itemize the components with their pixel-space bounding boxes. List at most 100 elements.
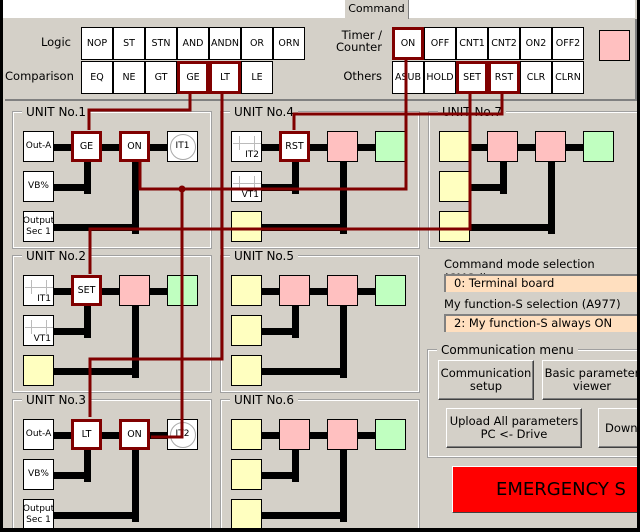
color-swatch[interactable] (599, 30, 630, 61)
empty-slot[interactable] (231, 275, 262, 306)
cell-label: LT (81, 429, 92, 440)
unit-5: UNIT No.5 (220, 249, 420, 393)
empty-slot[interactable] (535, 131, 566, 162)
coil-cell[interactable]: IT1 (167, 131, 198, 162)
palette-button-nop[interactable]: NOP (81, 27, 113, 60)
io-cell[interactable]: VB% (23, 171, 54, 202)
palette-button-and[interactable]: AND (177, 27, 209, 60)
tab-command[interactable]: Command (345, 0, 409, 19)
contact-cell[interactable]: VT1 (231, 171, 262, 202)
cell-label: Out-A (25, 429, 52, 439)
empty-slot[interactable] (231, 499, 262, 528)
unit-title: UNIT No.6 (230, 393, 298, 407)
palette-button-set[interactable]: SET (456, 61, 488, 94)
palette-button-lt[interactable]: LT (209, 61, 241, 94)
unit-7: UNIT No.7 (428, 105, 637, 249)
io-cell[interactable]: Output Sec 1 (23, 211, 54, 242)
empty-slot[interactable] (439, 211, 470, 242)
empty-slot[interactable] (231, 459, 262, 490)
empty-slot[interactable] (231, 315, 262, 346)
empty-slot[interactable] (327, 419, 358, 450)
palette-button-or[interactable]: OR (241, 27, 273, 60)
empty-slot[interactable] (119, 275, 150, 306)
command-cell[interactable]: RST (279, 131, 310, 162)
command-cell[interactable]: ON (119, 131, 150, 162)
palette-button-rst[interactable]: RST (488, 61, 520, 94)
empty-slot[interactable] (439, 131, 470, 162)
palette-button-gt[interactable]: GT (145, 61, 177, 94)
palette-button-on[interactable]: ON (392, 27, 424, 60)
basic-parameter-viewer-button[interactable]: Basic parameter viewer (542, 360, 637, 400)
empty-slot[interactable] (23, 355, 54, 386)
palette-button-ge[interactable]: GE (177, 61, 209, 94)
empty-slot[interactable] (279, 275, 310, 306)
emergency-stop-button[interactable]: EMERGENCY S (452, 466, 637, 513)
palette-button-st[interactable]: ST (113, 27, 145, 60)
io-cell[interactable]: Out-A (23, 419, 54, 450)
wire (43, 368, 139, 375)
contact-cell[interactable]: IT1 (23, 275, 54, 306)
unit-title: UNIT No.2 (22, 249, 90, 263)
empty-slot[interactable] (167, 275, 198, 306)
coil-cell[interactable]: IT2 (167, 419, 198, 450)
cell-label: SET (77, 285, 96, 296)
palette-button-off2[interactable]: OFF2 (552, 27, 584, 60)
palette-button-andn[interactable]: ANDN (209, 27, 241, 60)
unit-4: UNIT No.4 IT2 RST VT1 (220, 105, 420, 249)
unit-2: UNIT No.2 IT1 SET VT1 (12, 249, 212, 393)
empty-slot[interactable] (375, 275, 406, 306)
a977-field[interactable]: 2: My function-S always ON (444, 314, 637, 332)
palette-button-ne[interactable]: NE (113, 61, 145, 94)
palette-button-asub[interactable]: ASUB (392, 61, 424, 94)
command-cell[interactable]: LT (71, 419, 102, 450)
palette-button-clr[interactable]: CLR (520, 61, 552, 94)
upload-parameters-button[interactable]: Upload All parameters PC <- Drive (446, 408, 582, 448)
communication-setup-button[interactable]: Communication setup (438, 360, 534, 400)
unit-title: UNIT No.4 (230, 105, 298, 119)
palette-button-off[interactable]: OFF (424, 27, 456, 60)
io-cell[interactable]: VB% (23, 459, 54, 490)
wire (132, 439, 139, 522)
palette-button-cnt1[interactable]: CNT1 (456, 27, 488, 60)
empty-slot[interactable] (327, 131, 358, 162)
cell-label: VB% (28, 469, 49, 479)
cell-label: ON (127, 429, 142, 440)
palette-button-clrn[interactable]: CLRN (552, 61, 584, 94)
cell-label: IT2 (245, 150, 259, 160)
empty-slot[interactable] (375, 131, 406, 162)
empty-slot[interactable] (231, 355, 262, 386)
empty-slot[interactable] (375, 419, 406, 450)
palette-button-stn[interactable]: STN (145, 27, 177, 60)
empty-slot[interactable] (279, 419, 310, 450)
empty-slot[interactable] (231, 211, 262, 242)
contact-cell[interactable]: IT2 (231, 131, 262, 162)
palette-button-on2[interactable]: ON2 (520, 27, 552, 60)
empty-slot[interactable] (327, 275, 358, 306)
palette-button-hold[interactable]: HOLD (424, 61, 456, 94)
empty-slot[interactable] (487, 131, 518, 162)
contact-cell[interactable]: VT1 (23, 315, 54, 346)
command-cell[interactable]: SET (71, 275, 102, 306)
wire (340, 295, 347, 378)
contact-icon (25, 280, 53, 294)
command-cell[interactable]: ON (119, 419, 150, 450)
palette-button-orn[interactable]: ORN (273, 27, 305, 60)
palette-button-le[interactable]: LE (241, 61, 273, 94)
command-cell[interactable]: GE (71, 131, 102, 162)
empty-slot[interactable] (439, 171, 470, 202)
cmod-field[interactable]: 0: Terminal board (444, 274, 637, 292)
palette-button-eq[interactable]: EQ (81, 61, 113, 94)
contact-icon (233, 136, 261, 150)
download-parameters-button[interactable]: Downl (598, 408, 637, 448)
program-window: Command Logic NOP ST STN AND ANDN OR ORN Compari… (3, 0, 637, 528)
empty-slot[interactable] (583, 131, 614, 162)
io-cell[interactable]: Out-A (23, 131, 54, 162)
communication-menu-title: Communication menu (437, 343, 578, 357)
cell-label: VT1 (33, 334, 51, 344)
io-cell[interactable]: Output Sec 1 (23, 499, 54, 528)
contact-icon (25, 320, 53, 334)
palette-button-cnt2[interactable]: CNT2 (488, 27, 520, 60)
empty-slot[interactable] (231, 419, 262, 450)
wire (43, 512, 139, 519)
wire (251, 512, 347, 519)
